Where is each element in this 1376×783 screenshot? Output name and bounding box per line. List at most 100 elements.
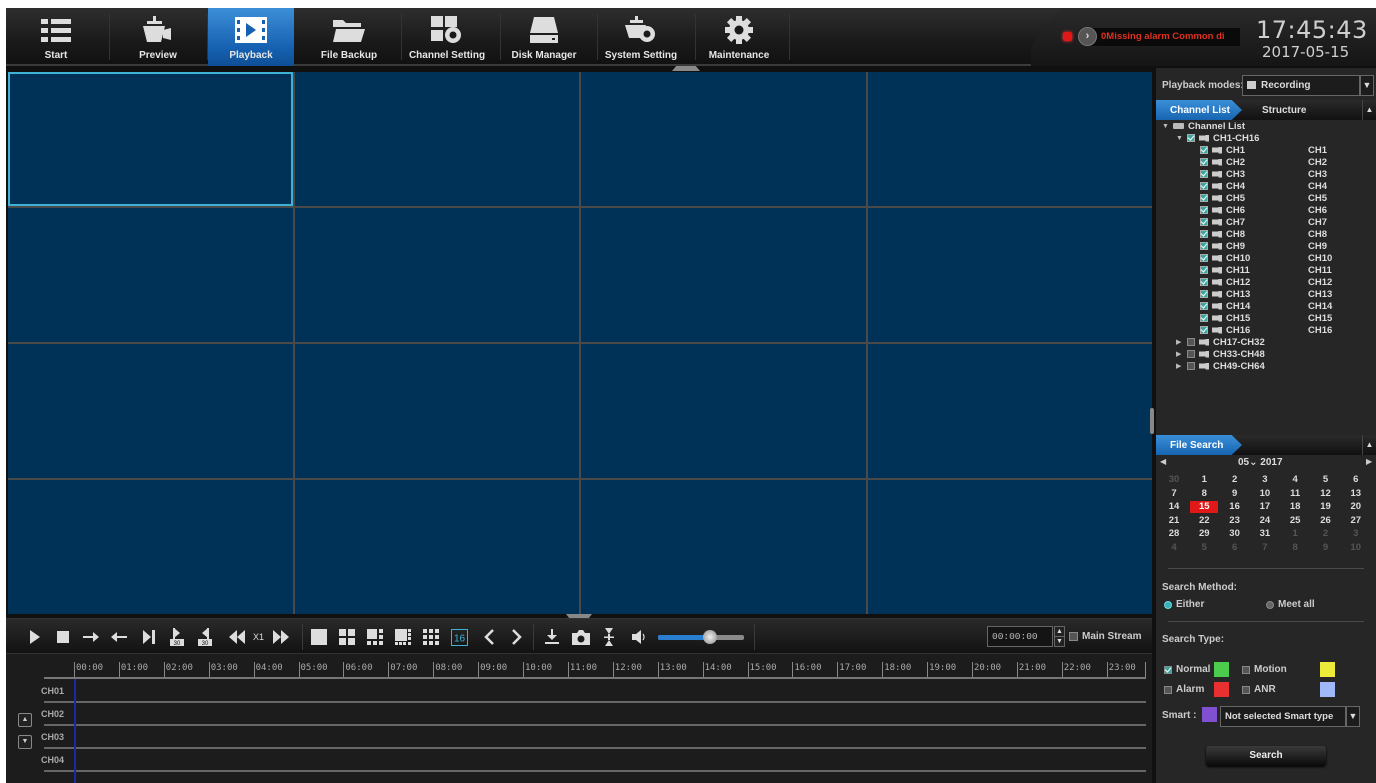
calendar-day[interactable]: 17 [1251,501,1279,513]
calendar-day[interactable]: 5 [1190,542,1218,554]
calendar-day[interactable]: 3 [1342,528,1370,540]
calendar-day[interactable]: 18 [1281,501,1309,513]
tree-channel[interactable]: CH10 CH10 [1200,252,1370,264]
timeline-scroll-down-button[interactable]: ▼ [18,735,32,749]
timeline-scroll-up-button[interactable]: ▲ [18,713,32,727]
anr-checkbox[interactable] [1242,686,1250,694]
timeline-row[interactable] [44,770,1146,772]
time-input[interactable]: 00:00:00 [987,626,1053,647]
slow-button[interactable] [228,628,246,646]
video-cell[interactable] [294,344,579,478]
calendar-day-selected[interactable]: 15 [1190,501,1219,513]
zoom-button[interactable] [600,628,618,646]
calendar-day[interactable]: 24 [1251,515,1279,527]
spin-down-icon[interactable]: ▼ [1055,637,1064,647]
radio-either[interactable] [1164,601,1172,609]
play-button[interactable] [26,628,44,646]
timeline-row[interactable] [44,747,1146,749]
calendar-day[interactable]: 29 [1190,528,1218,540]
channel-checkbox[interactable] [1200,278,1208,286]
calendar-day[interactable]: 31 [1251,528,1279,540]
tree-channel[interactable]: CH2 CH2 [1200,156,1370,168]
channel-checkbox[interactable] [1200,242,1208,250]
calendar-day[interactable]: 22 [1190,515,1218,527]
calendar-day[interactable]: 28 [1160,528,1188,540]
playback-mode-select[interactable]: Recording [1242,75,1360,96]
group-checkbox[interactable] [1187,350,1195,358]
expand-triangle-icon[interactable]: ▶ [1176,350,1184,358]
channel-checkbox[interactable] [1200,206,1208,214]
timeline-row[interactable] [44,701,1146,703]
tree-group[interactable]: ▼ CH1-CH16 [1176,132,1259,144]
radio-meet-all[interactable] [1266,601,1274,609]
tree-channel[interactable]: CH7 CH7 [1200,216,1370,228]
tab-structure[interactable]: Structure [1262,100,1306,120]
calendar-day[interactable]: 9 [1221,488,1249,500]
tree-group[interactable]: ▶ CH49-CH64 [1176,360,1265,372]
calendar-day[interactable]: 11 [1281,488,1309,500]
nav-system-setting[interactable]: System Setting [598,8,684,66]
fast-button[interactable] [272,628,290,646]
chevron-down-icon[interactable]: ▼ [1346,706,1360,727]
layout-8-button[interactable] [394,628,412,646]
main-stream-checkbox[interactable] [1069,632,1078,641]
calendar-day[interactable]: 9 [1312,542,1340,554]
channel-checkbox[interactable] [1200,170,1208,178]
volume-slider[interactable] [658,630,744,644]
prev-page-button[interactable] [480,628,498,646]
calendar-day[interactable]: 4 [1281,474,1309,486]
nav-maintenance[interactable]: Maintenance [696,8,782,66]
nav-playback[interactable]: Playback [208,8,294,66]
video-cell[interactable] [581,72,866,206]
calendar-day[interactable]: 8 [1190,488,1218,500]
spin-up-icon[interactable]: ▲ [1055,627,1064,637]
smart-type-select[interactable]: Not selected Smart type [1220,706,1346,727]
nav-file-backup[interactable]: File Backup [304,8,394,66]
channel-checkbox[interactable] [1200,290,1208,298]
expand-triangle-icon[interactable]: ▼ [1162,123,1170,130]
group-checkbox[interactable] [1187,362,1195,370]
calendar-day[interactable]: 12 [1312,488,1340,500]
video-cell[interactable] [867,208,1152,342]
tree-channel[interactable]: CH15 CH15 [1200,312,1370,324]
video-cell[interactable] [8,208,293,342]
calendar-day[interactable]: 1 [1190,474,1218,486]
collapse-up-icon[interactable]: ▲ [1362,435,1376,455]
layout-16-button[interactable]: 16 [450,628,468,646]
tree-channel[interactable]: CH6 CH6 [1200,204,1370,216]
channel-checkbox[interactable] [1200,302,1208,310]
tree-root[interactable]: ▼ Channel List [1162,120,1245,132]
video-cell[interactable] [581,480,866,614]
tree-channel[interactable]: CH12 CH12 [1200,276,1370,288]
nav-preview[interactable]: Preview [110,8,206,66]
calendar-day[interactable]: 6 [1342,474,1370,486]
tree-channel[interactable]: CH11 CH11 [1200,264,1370,276]
expand-triangle-icon[interactable]: ▶ [1176,362,1184,370]
video-cell[interactable] [8,480,293,614]
channel-checkbox[interactable] [1200,314,1208,322]
channel-checkbox[interactable] [1200,182,1208,190]
collapse-top-handle[interactable] [672,66,700,71]
alarm-checkbox[interactable] [1164,686,1172,694]
calendar-day[interactable]: 1 [1281,528,1309,540]
calendar-day[interactable]: 10 [1251,488,1279,500]
calendar-day[interactable]: 6 [1221,542,1249,554]
collapse-up-icon[interactable]: ▲ [1362,100,1376,120]
motion-checkbox[interactable] [1242,666,1250,674]
nav-channel-setting[interactable]: Channel Setting [402,8,492,66]
channel-checkbox[interactable] [1200,230,1208,238]
nav-disk-manager[interactable]: Disk Manager [501,8,587,66]
calendar-day[interactable]: 7 [1251,542,1279,554]
group-checkbox[interactable] [1187,338,1195,346]
calendar-day[interactable]: 25 [1281,515,1309,527]
video-cell[interactable] [294,208,579,342]
search-button[interactable]: Search [1206,746,1326,766]
video-cell[interactable] [8,72,293,206]
video-cell[interactable] [294,72,579,206]
timeline-row[interactable] [44,724,1146,726]
calendar-day[interactable]: 27 [1342,515,1370,527]
layout-9-button[interactable] [422,628,440,646]
next-frame-button[interactable] [82,628,100,646]
tree-channel[interactable]: CH4 CH4 [1200,180,1370,192]
prev-month-icon[interactable]: ◀ [1160,457,1166,466]
